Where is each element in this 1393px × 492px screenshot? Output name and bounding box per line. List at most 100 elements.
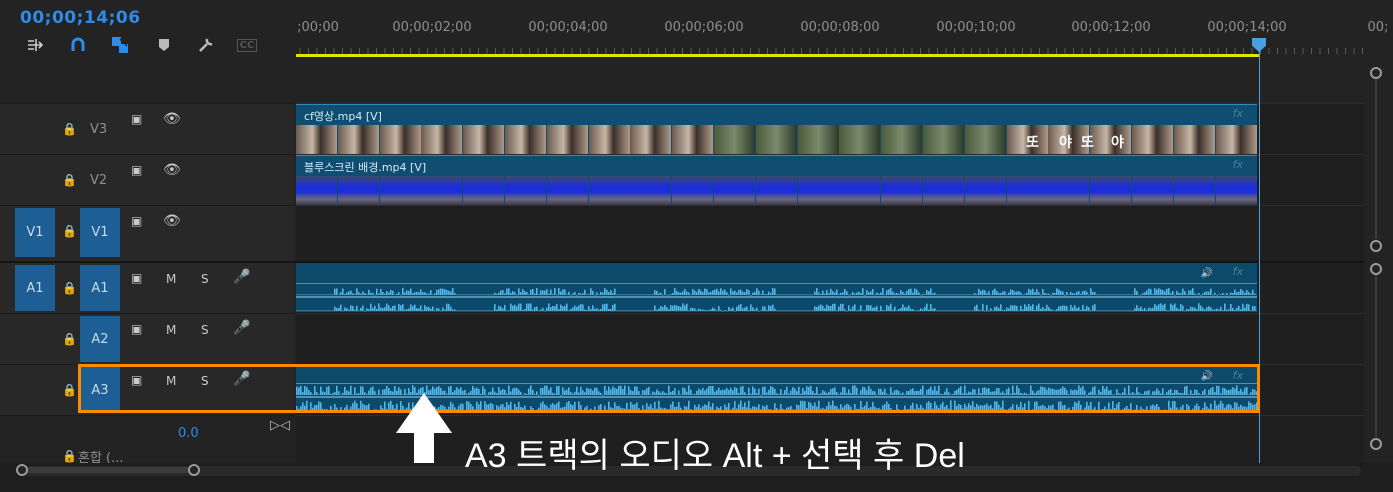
sync-lock-icon[interactable]: ▣ xyxy=(131,322,142,336)
waveform-bar xyxy=(802,294,804,296)
waveform-bar xyxy=(820,294,822,295)
waveform-bar xyxy=(512,305,514,311)
waveform-bar xyxy=(634,310,636,312)
captions-icon[interactable]: CC xyxy=(236,34,258,56)
waveform-bar xyxy=(736,306,738,311)
current-timecode[interactable]: 00;00;14;06 xyxy=(20,8,141,28)
waveform-bar xyxy=(414,292,416,295)
waveform-bar xyxy=(460,294,462,296)
lock-icon[interactable]: 🔒 xyxy=(62,332,77,346)
source-patch-a1[interactable]: A1 xyxy=(15,265,55,311)
waveform-bar xyxy=(440,310,442,312)
waveform-bar xyxy=(446,290,448,295)
waveform-bar xyxy=(962,310,964,312)
waveform-bar xyxy=(908,289,910,295)
track-name-v2[interactable]: V2 xyxy=(90,173,107,188)
microphone-icon[interactable]: 🎤 xyxy=(233,320,250,336)
waveform-bar xyxy=(1240,309,1242,311)
waveform-bar xyxy=(922,309,924,311)
track-name-a2[interactable]: A2 xyxy=(80,316,120,362)
waveform-bar xyxy=(938,310,940,312)
eye-icon[interactable]: 👁 xyxy=(163,213,181,229)
source-patch-v1[interactable]: V1 xyxy=(15,208,55,257)
track-name-v1[interactable]: V1 xyxy=(80,208,120,257)
sync-lock-icon[interactable]: ▣ xyxy=(131,163,142,177)
linked-selection-icon[interactable] xyxy=(109,34,131,56)
waveform-bar xyxy=(642,310,644,312)
annotation-text: A3 트랙의 오디오 Alt + 선택 후 Del xyxy=(465,437,965,475)
waveform-bar xyxy=(320,294,322,296)
sync-lock-icon[interactable]: ▣ xyxy=(131,112,142,126)
track-lane-v1[interactable] xyxy=(296,206,1364,262)
clip-v2[interactable]: 블루스크린 배경.mp4 [V] fx xyxy=(296,155,1257,205)
waveform-bar xyxy=(742,291,744,295)
waveform-bar xyxy=(1162,289,1164,295)
waveform-bar xyxy=(1026,292,1028,295)
waveform-bar xyxy=(678,306,680,311)
waveform-bar xyxy=(912,292,914,295)
lock-icon[interactable]: 🔒 xyxy=(62,224,77,238)
waveform-bar xyxy=(622,294,624,296)
sync-lock-icon[interactable]: ▣ xyxy=(131,271,142,285)
waveform-bar xyxy=(618,310,620,312)
waveform-bar xyxy=(728,306,730,311)
waveform-bar xyxy=(426,306,428,311)
waveform-bar xyxy=(1210,288,1212,295)
waveform-bar xyxy=(308,310,310,312)
waveform-bar xyxy=(686,303,688,311)
waveform-bar xyxy=(708,310,710,311)
mute-button[interactable]: M xyxy=(166,323,176,337)
scroll-handle-top[interactable] xyxy=(1370,263,1382,275)
waveform-bar xyxy=(700,290,702,295)
lock-icon[interactable]: 🔒 xyxy=(62,173,77,187)
insert-nested-sequence-icon[interactable] xyxy=(24,34,46,56)
waveform-bar xyxy=(448,290,450,295)
waveform-bar xyxy=(432,306,434,311)
waveform-bar xyxy=(534,293,536,295)
horizontal-scroll-thumb[interactable] xyxy=(22,467,194,473)
snap-magnet-icon[interactable] xyxy=(67,34,89,56)
eye-icon[interactable]: 👁 xyxy=(163,162,181,178)
sync-lock-icon[interactable]: ▣ xyxy=(131,214,142,228)
waveform-bar xyxy=(500,306,502,311)
waveform-bar xyxy=(788,310,790,312)
lock-icon[interactable]: 🔒 xyxy=(62,449,77,463)
scroll-handle-top[interactable] xyxy=(1370,67,1382,79)
solo-button[interactable]: S xyxy=(201,323,209,337)
waveform-bar xyxy=(1156,289,1158,295)
waveform-bar xyxy=(818,305,820,311)
solo-button[interactable]: S xyxy=(201,272,209,286)
scroll-track[interactable] xyxy=(1375,79,1377,239)
waveform-bar xyxy=(1252,305,1254,311)
scroll-handle-bottom[interactable] xyxy=(1370,438,1382,450)
waveform-bar xyxy=(620,294,622,296)
clip-a1[interactable]: 🔊 fx xyxy=(296,263,1257,312)
zoom-handle-left[interactable] xyxy=(16,464,28,476)
waveform-bar xyxy=(1194,293,1196,295)
lock-icon[interactable]: 🔒 xyxy=(62,383,77,397)
track-name-a1[interactable]: A1 xyxy=(80,265,120,311)
lock-icon[interactable]: 🔒 xyxy=(62,281,77,295)
microphone-icon[interactable]: 🎤 xyxy=(233,269,250,285)
waveform-bar xyxy=(666,307,668,311)
mute-button[interactable]: M xyxy=(166,272,176,286)
clip-v3[interactable]: cf영상.mp4 [V] fx 또 야 또 야 xyxy=(296,104,1257,154)
track-name-v3[interactable]: V3 xyxy=(90,122,107,137)
bowtie-icon[interactable]: ▷◁ xyxy=(270,418,290,433)
lock-icon[interactable]: 🔒 xyxy=(62,122,77,136)
zoom-handle-right[interactable] xyxy=(188,464,200,476)
vertical-scrollbar[interactable] xyxy=(1366,57,1393,463)
scroll-track[interactable] xyxy=(1375,275,1377,437)
mix-volume-value[interactable]: 0.0 xyxy=(178,426,199,441)
add-marker-icon[interactable] xyxy=(153,34,175,56)
scroll-handle-bottom[interactable] xyxy=(1370,240,1382,252)
track-lane-a2[interactable] xyxy=(296,314,1364,365)
timeline-settings-wrench-icon[interactable] xyxy=(195,34,217,56)
waveform-bar xyxy=(1242,303,1244,311)
ruler-label: 00;00;08;00 xyxy=(800,20,880,35)
eye-icon[interactable]: 👁 xyxy=(163,111,181,127)
waveform-bar xyxy=(1106,310,1108,312)
waveform-bar xyxy=(1138,294,1140,296)
waveform-bar xyxy=(574,291,576,295)
waveform-bar xyxy=(702,309,704,311)
